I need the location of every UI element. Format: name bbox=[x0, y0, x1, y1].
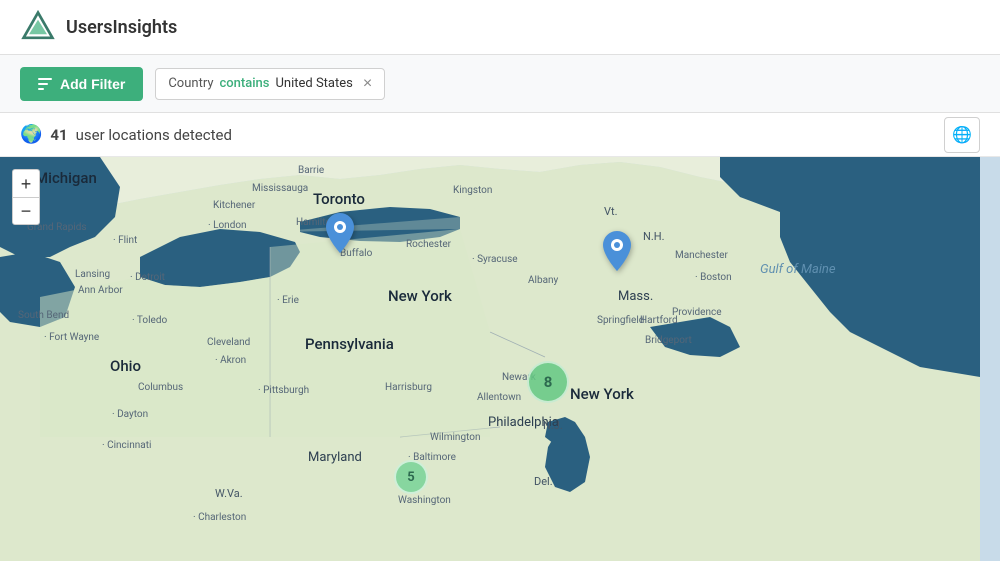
map-area[interactable]: + − 8 5 Michigan Ohio Pennsylvania New Y… bbox=[0, 157, 1000, 561]
globe-btn-icon: 🌐 bbox=[952, 125, 972, 145]
add-filter-button[interactable]: Add Filter bbox=[20, 67, 143, 101]
stats-text: 🌍 41 user locations detected bbox=[20, 124, 232, 145]
logo-container: UsersInsights bbox=[20, 9, 177, 45]
logo-icon bbox=[20, 9, 56, 45]
filter-field: Country bbox=[168, 76, 213, 91]
zoom-out-button[interactable]: − bbox=[12, 197, 40, 225]
stats-count: 41 bbox=[50, 126, 67, 144]
map-background bbox=[0, 157, 1000, 561]
header: UsersInsights bbox=[0, 0, 1000, 55]
zoom-controls: + − bbox=[12, 169, 40, 225]
stats-bar: 🌍 41 user locations detected 🌐 bbox=[0, 113, 1000, 157]
add-filter-label: Add Filter bbox=[60, 76, 125, 92]
globe-icon: 🌍 bbox=[20, 124, 42, 145]
filter-icon bbox=[38, 78, 52, 90]
globe-view-button[interactable]: 🌐 bbox=[944, 117, 980, 153]
map-pin-mass[interactable] bbox=[603, 231, 631, 275]
logo-text: UsersInsights bbox=[66, 17, 177, 38]
toolbar: Add Filter Country contains United State… bbox=[0, 55, 1000, 113]
filter-value: United States bbox=[275, 76, 352, 91]
zoom-in-button[interactable]: + bbox=[12, 169, 40, 197]
remove-filter-button[interactable]: × bbox=[359, 76, 372, 92]
stats-label: user locations detected bbox=[76, 126, 232, 144]
map-pin-buffalo[interactable] bbox=[326, 213, 354, 257]
cluster-marker-5[interactable]: 5 bbox=[394, 460, 428, 494]
cluster-marker-8[interactable]: 8 bbox=[527, 361, 569, 403]
cluster-count: 5 bbox=[407, 470, 414, 485]
filter-operator: contains bbox=[220, 76, 270, 91]
cluster-count: 8 bbox=[544, 373, 553, 391]
active-filter-tag: Country contains United States × bbox=[155, 68, 385, 100]
